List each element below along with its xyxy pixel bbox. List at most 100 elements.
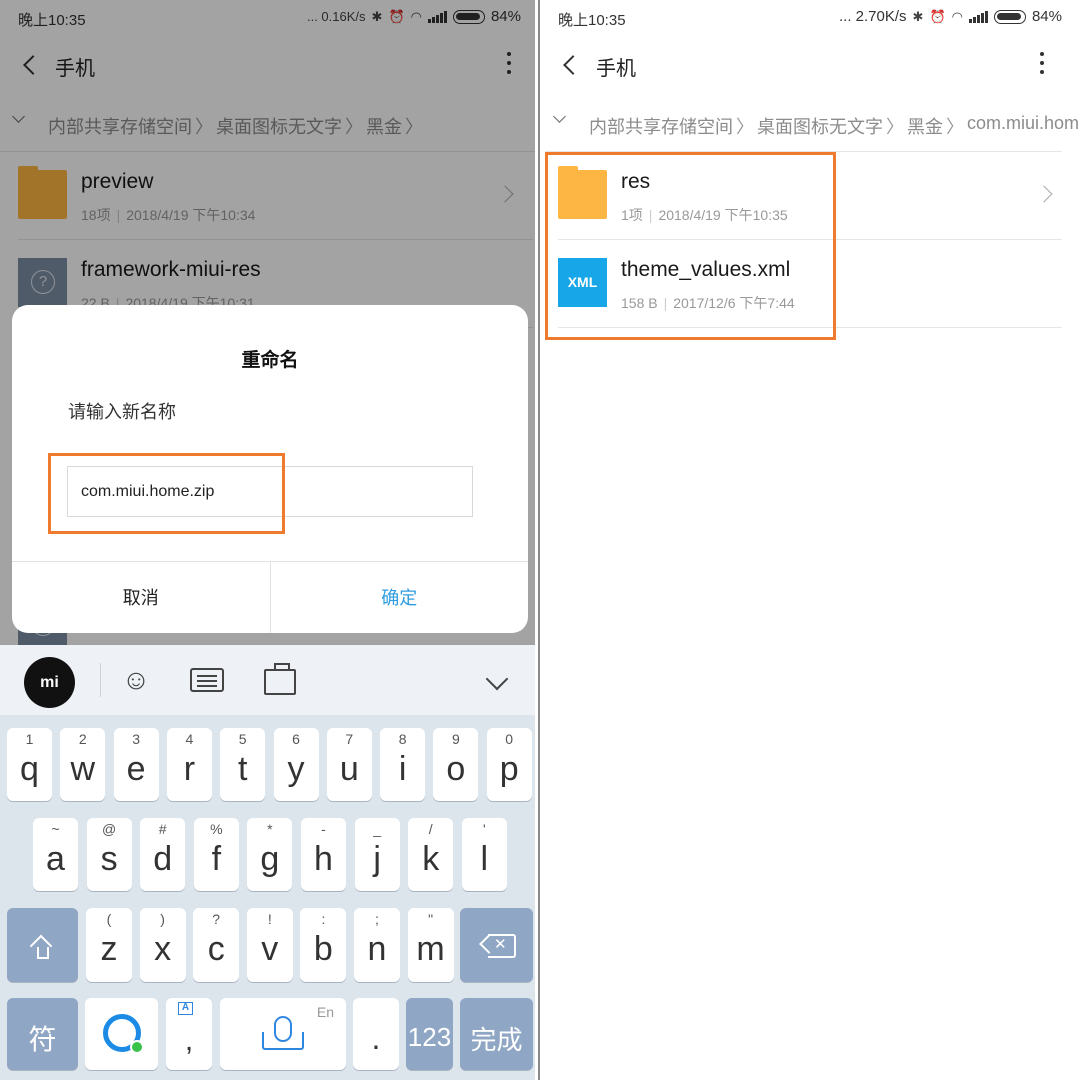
key-w[interactable]: 2w [60, 728, 106, 801]
key-label: s [100, 840, 118, 878]
key-hint: 7 [345, 731, 354, 747]
key-v[interactable]: ! v [246, 908, 293, 982]
key-u[interactable]: 7u [326, 728, 372, 801]
back-icon[interactable] [560, 50, 582, 80]
breadcrumb-item[interactable]: 内部共享存储空间 [589, 113, 733, 139]
numbers-key[interactable]: 123 [406, 998, 453, 1070]
key-label: i [398, 750, 407, 788]
ok-button[interactable]: 确定 [271, 562, 529, 633]
q-logo-icon [103, 1014, 144, 1054]
key-hint: - [321, 821, 326, 837]
key-c[interactable]: ? c [193, 908, 240, 982]
key-d[interactable]: # d [140, 818, 186, 891]
space-key[interactable]: En [220, 998, 346, 1070]
title-bar: 手机 [545, 36, 1080, 94]
key-x[interactable]: ) x [139, 908, 186, 982]
key-label: j [373, 840, 381, 878]
symbols-key[interactable]: 符 [7, 998, 78, 1070]
key-a[interactable]: ~ a [33, 818, 78, 891]
key-b[interactable]: :b [300, 908, 347, 982]
emoji-icon[interactable]: ☺ [118, 663, 154, 697]
key-hint: 6 [292, 731, 300, 747]
key-hint: * [267, 821, 273, 837]
breadcrumb-toggle-icon[interactable] [553, 114, 565, 126]
chevron-down-icon[interactable] [489, 671, 505, 687]
dialog-message: 请输入新名称 [68, 402, 176, 422]
key-j[interactable]: _ j [354, 818, 400, 891]
key-t[interactable]: 5t [220, 728, 266, 801]
key-hint: / [428, 821, 433, 837]
input-method-key[interactable] [85, 998, 158, 1070]
key-s[interactable]: @ s [86, 818, 132, 891]
key-hint: # [158, 821, 167, 837]
key-label: m [416, 930, 445, 968]
key-g[interactable]: * g [247, 818, 293, 891]
breadcrumb-item[interactable]: 桌面图标无文字 [757, 113, 883, 139]
key-hint: 5 [238, 731, 247, 747]
key-hint: 4 [185, 731, 194, 747]
key-hint: ; [375, 911, 379, 927]
comma-key[interactable]: A, [166, 998, 212, 1070]
more-options-icon[interactable] [1038, 52, 1046, 78]
clipboard-icon[interactable] [264, 663, 296, 695]
key-z[interactable]: (z [86, 908, 132, 982]
key-label: z [100, 930, 118, 968]
key-hint: 9 [451, 731, 460, 747]
space-language-hint: En [316, 1004, 334, 1020]
keyboard-icon[interactable] [190, 668, 224, 692]
breadcrumb: 内部共享存储空间〉 桌面图标无文字〉 黑金〉 com.miui.hom [545, 94, 1079, 152]
panel-divider [535, 0, 545, 1080]
key-hint: ) [160, 911, 165, 927]
shift-key[interactable] [7, 908, 78, 982]
breadcrumb-item[interactable]: 黑金 [907, 113, 943, 139]
input-assist-icon: A [178, 1002, 193, 1015]
keyboard-toolbar: mi ☺ [0, 645, 535, 715]
key-label: b [313, 930, 333, 968]
key-label: x [154, 930, 172, 968]
key-label: t [237, 750, 248, 788]
key-h[interactable]: -h [301, 818, 346, 891]
key-hint: 2 [78, 731, 87, 747]
breadcrumb-separator: 〉 [946, 117, 964, 137]
key-e[interactable]: 3e [113, 728, 159, 801]
key-label: f [211, 840, 222, 878]
status-bar: 晚上10:35 ... 2.70K/s ✱ ⏰ ◠ 84% [545, 0, 1080, 36]
key-k[interactable]: / k [408, 818, 454, 891]
key-hint: _ [373, 821, 381, 837]
key-label: p [499, 750, 519, 788]
key-label: e [126, 750, 146, 788]
key-i[interactable]: 8i [380, 728, 426, 801]
highlight-box [545, 152, 836, 340]
key-y[interactable]: 6y [273, 728, 319, 801]
key-r[interactable]: 4r [166, 728, 212, 801]
backspace-key[interactable] [460, 908, 533, 982]
key-p[interactable]: 0p [486, 728, 532, 801]
key-hint: 1 [25, 731, 34, 747]
key-label: n [367, 930, 387, 968]
key-m[interactable]: " m [407, 908, 454, 982]
key-label: g [260, 840, 280, 878]
backspace-icon [479, 934, 516, 958]
key-q[interactable]: 1q [7, 728, 52, 801]
key-hint: : [321, 911, 326, 927]
network-speed: ... 2.70K/s [838, 8, 907, 25]
wifi-icon: ◠ [951, 8, 963, 24]
key-f[interactable]: % f [193, 818, 239, 891]
key-label: q [20, 750, 39, 788]
signal-icon [968, 10, 988, 23]
key-label: u [339, 750, 359, 788]
key-hint: % [210, 821, 223, 837]
breadcrumb-separator: 〉 [886, 117, 904, 137]
mi-logo[interactable]: mi [24, 657, 75, 708]
highlight-box [48, 453, 285, 534]
key-o[interactable]: 9o [433, 728, 479, 801]
key-label: h [314, 840, 333, 878]
key-l[interactable]: ' l [461, 818, 507, 891]
breadcrumb-separator: 〉 [736, 117, 754, 137]
done-key[interactable]: 完成 [460, 998, 533, 1070]
key-n[interactable]: ; n [354, 908, 400, 982]
breadcrumb-item[interactable]: com.miui.hom [967, 113, 1079, 139]
key-label: v [261, 930, 279, 968]
cancel-button[interactable]: 取消 [12, 562, 271, 633]
period-key[interactable]: . [353, 998, 399, 1070]
